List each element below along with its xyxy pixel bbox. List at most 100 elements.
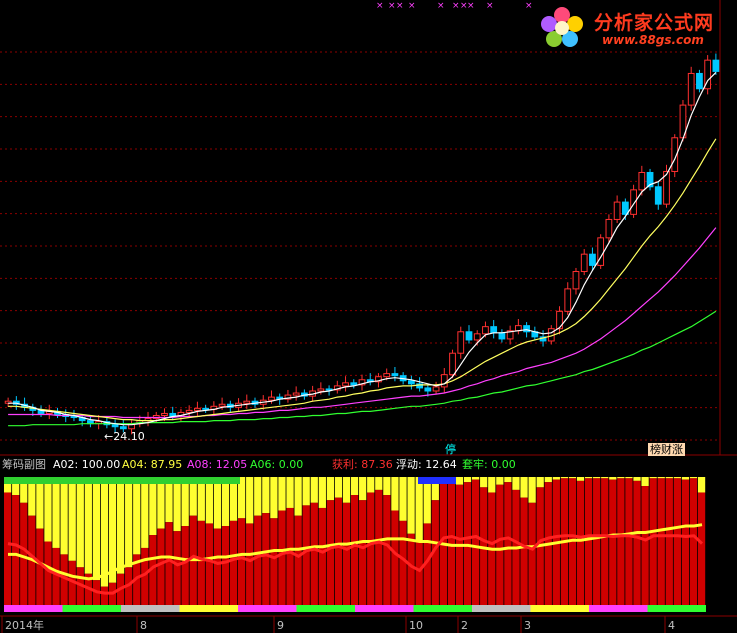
profit-bar [133,477,141,555]
profit-bar [544,477,552,483]
trapped-bar [36,528,44,606]
profit-bar [108,477,117,583]
profit-bar [689,477,698,479]
trapped-bar [20,502,28,606]
trapped-bar [359,500,367,606]
profit-bar [44,477,52,542]
profit-bar [528,477,536,503]
profit-bar [326,477,335,501]
profit-bar [278,477,286,511]
band-segment [121,605,180,612]
trapped-bar [44,541,52,606]
trapped-bar [665,478,673,606]
time-axis-label: 10 [409,619,423,632]
profit-bar [173,477,181,532]
profit-bar [262,477,270,514]
trapped-bar [520,497,528,606]
trapped-bar [12,495,20,606]
profit-bar [697,477,706,493]
profit-bar [84,477,92,574]
time-axis-label: 8 [140,619,147,632]
trapped-bar [286,507,294,606]
trapped-bar [689,478,698,606]
profit-bar [100,477,109,587]
trapped-bar [350,495,359,606]
trapped-bar [576,480,585,606]
trapped-bar [593,478,601,606]
time-axis-label: 2 [461,619,468,632]
profit-bar [286,477,294,508]
trapped-bar [496,484,504,606]
trapped-bar [472,479,480,606]
trapped-bar [697,492,706,606]
profit-bar [318,477,326,508]
trapped-bar [407,533,415,606]
profit-bar [391,477,399,511]
profit-bar [213,477,222,529]
band-segment [413,605,472,612]
profit-bar [383,477,391,496]
profit-bar [463,477,472,483]
profit-bar [221,477,230,527]
rank-tag: 榜财涨 [648,443,685,456]
candle-body [523,325,530,333]
profit-bar [310,477,318,503]
candle-body [589,253,596,266]
profit-bar [36,477,44,529]
indicator-a08: A08: 12.05 [187,458,248,471]
candle-body [432,386,440,392]
trapped-bar [641,486,649,606]
profit-bar [617,477,625,479]
profit-bar [576,477,585,481]
profit-bar [407,477,415,534]
candle-body [696,72,703,90]
profit-bar [254,477,262,516]
trapped-bar [609,479,617,606]
indicator-a04: A04: 87.95 [122,458,183,471]
candle-body [407,380,415,385]
candle-body [194,407,201,411]
trapped-bar [649,478,657,606]
trapped-bar [181,526,189,606]
candle-body [243,400,251,404]
profit-bar [496,477,504,485]
candle-body [465,331,473,341]
trapped-bar [399,520,407,606]
indicator-float: 浮动: 12.64 [396,458,457,471]
candle-body [325,388,333,391]
candle-body [317,388,325,392]
candle-body [440,374,448,388]
profit-bar [359,477,367,501]
trapped-bar [238,518,246,606]
trapped-bar [205,523,213,606]
candle-body [350,382,358,386]
low-price-label: ←24.10 [104,430,145,443]
profit-bar [125,477,133,568]
profit-bar [601,477,609,479]
trapped-bar [278,510,286,606]
signal-marker: × [467,1,475,11]
profit-bar [633,477,641,481]
profit-bar [512,477,520,490]
indicator-name[interactable]: 筹码副图 [2,458,46,471]
profit-bar [504,477,512,483]
ma-longest-line [8,310,717,427]
profit-bar [681,477,690,480]
profit-bar [520,477,528,498]
profit-bar [270,477,278,519]
trapped-bar [246,523,254,606]
candle-body [564,288,572,312]
profit-bar [342,477,351,503]
trapped-bar [673,478,681,606]
signal-marker: × [408,1,416,11]
trapped-bar [617,478,625,606]
candle-body [391,373,399,377]
profit-bar [399,477,407,521]
candle-body [119,426,127,430]
profit-bar [625,477,633,479]
candle-body [111,424,119,428]
trapped-bar [294,515,302,606]
band-segment [4,605,63,612]
signal-marker: × [486,1,494,11]
trapped-bar [528,502,536,606]
